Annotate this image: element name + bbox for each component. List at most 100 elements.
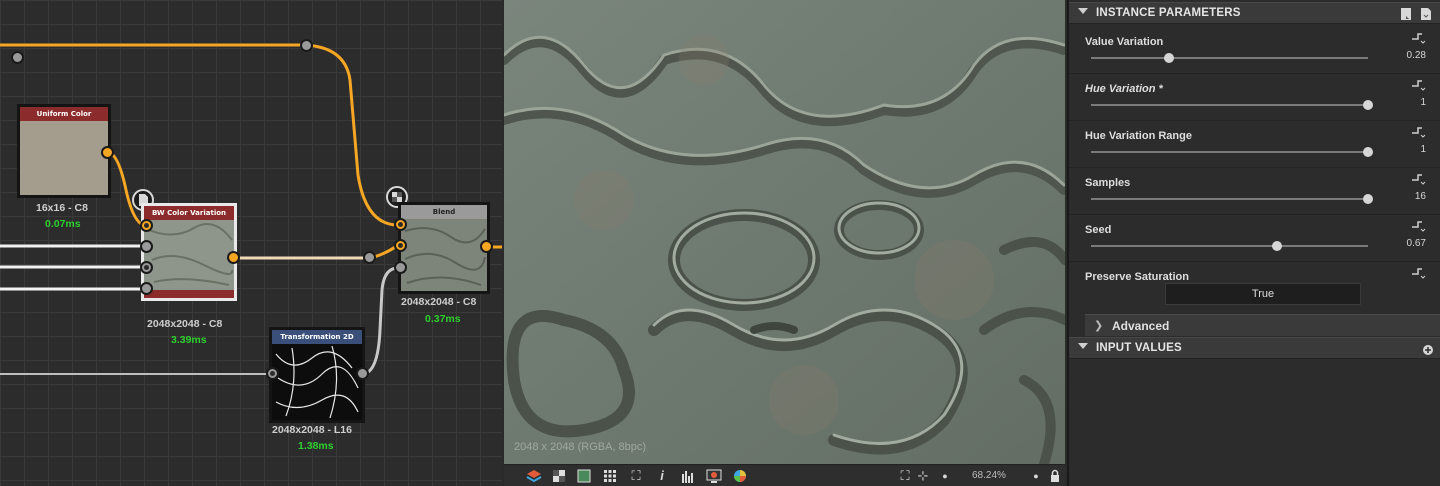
slider-track[interactable] bbox=[1091, 198, 1368, 200]
node-title: BW Color Variation bbox=[144, 206, 234, 220]
chevron-right-icon: ❯ bbox=[1094, 320, 1104, 332]
output-port[interactable] bbox=[227, 251, 240, 264]
tile-text-icon[interactable]: ⛶ bbox=[628, 468, 644, 484]
node-thumbnail bbox=[20, 121, 108, 195]
zoom-level: 68.24% bbox=[972, 470, 1006, 481]
info-icon[interactable]: i bbox=[654, 468, 670, 484]
graph-panel[interactable]: Uniform Color 16x16 - C8 0.07ms BW Color… bbox=[0, 0, 502, 486]
node-blend[interactable]: Blend 2048x2048 - C8 0.37ms bbox=[386, 186, 495, 328]
node-time: 0.07ms bbox=[45, 218, 81, 230]
wire-reroute-dot[interactable] bbox=[11, 51, 24, 64]
node-transformation-2d[interactable]: Transformation 2D 2048x2048 - L16 1.38ms bbox=[266, 325, 370, 455]
param-value[interactable]: 1 bbox=[1420, 97, 1426, 108]
node-title: Transformation 2D bbox=[272, 330, 362, 344]
node-thumbnail bbox=[144, 220, 234, 290]
screen-icon[interactable] bbox=[706, 468, 722, 484]
slider-track[interactable] bbox=[1091, 57, 1368, 59]
param-row: Samples 16 bbox=[1069, 168, 1440, 215]
wire-reroute-dot[interactable] bbox=[363, 251, 376, 264]
layers-icon[interactable] bbox=[526, 468, 542, 484]
section-title: INSTANCE PARAMETERS bbox=[1096, 7, 1241, 19]
param-row: Seed 0.67 bbox=[1069, 215, 1440, 262]
node-thumbnail bbox=[272, 344, 362, 420]
param-value[interactable]: 16 bbox=[1415, 191, 1426, 202]
histogram-icon[interactable] bbox=[680, 468, 696, 484]
slider-handle[interactable] bbox=[1363, 147, 1373, 157]
input-port[interactable] bbox=[266, 367, 279, 380]
slider-track[interactable] bbox=[1091, 104, 1368, 106]
wire-reroute-dot[interactable] bbox=[300, 39, 313, 52]
node-size: 2048x2048 - C8 bbox=[147, 318, 223, 330]
slider-handle[interactable] bbox=[1271, 241, 1282, 251]
node-size: 16x16 - C8 bbox=[36, 202, 88, 214]
checker-icon[interactable] bbox=[551, 468, 567, 484]
viewport-toolbar: ⛶ i ⛶ ⊹ ● 68.24% ● bbox=[504, 464, 1065, 486]
node-bw-color-variation[interactable]: BW Color Variation 2048x2048 - C8 3.39ms bbox=[132, 185, 241, 350]
node-uniform-color[interactable]: Uniform Color 16x16 - C8 0.07ms bbox=[17, 104, 114, 230]
node-time: 3.39ms bbox=[171, 334, 207, 346]
param-label: Hue Variation Range bbox=[1085, 130, 1192, 142]
node-size: 2048x2048 - L16 bbox=[272, 424, 352, 436]
link-icon[interactable] bbox=[1410, 173, 1426, 187]
node-size: 2048x2048 - C8 bbox=[401, 296, 477, 308]
lock-icon[interactable] bbox=[1047, 468, 1063, 484]
color-swatch-icon[interactable] bbox=[576, 468, 592, 484]
param-label: Seed bbox=[1085, 224, 1112, 236]
advanced-group-header[interactable]: ❯ Advanced bbox=[1085, 314, 1440, 336]
slider-handle[interactable] bbox=[1363, 194, 1373, 204]
node-title: Blend bbox=[401, 205, 487, 219]
node-title: Uniform Color bbox=[20, 107, 108, 121]
node-thumbnail bbox=[401, 219, 487, 291]
link-icon[interactable] bbox=[1410, 267, 1426, 281]
param-row: Hue Variation Range 1 bbox=[1069, 121, 1440, 168]
slider-track[interactable] bbox=[1091, 151, 1368, 153]
param-row: Hue Variation * 1 bbox=[1069, 74, 1440, 121]
param-row: Value Variation 0.28 bbox=[1069, 27, 1440, 74]
group-title: Advanced bbox=[1112, 319, 1170, 333]
preserve-saturation-toggle[interactable]: True bbox=[1165, 283, 1361, 305]
resolution-label: 2048 x 2048 (RGBA, 8bpc) bbox=[514, 441, 647, 453]
input-port[interactable] bbox=[394, 261, 407, 274]
input-port[interactable] bbox=[140, 282, 153, 295]
slider-track[interactable] bbox=[1091, 245, 1368, 247]
input-port[interactable] bbox=[394, 218, 407, 231]
link-icon[interactable] bbox=[1410, 126, 1426, 140]
load-preset-icon[interactable] bbox=[1420, 7, 1432, 21]
param-label: Value Variation bbox=[1085, 36, 1164, 48]
zoom-out-icon[interactable]: ● bbox=[937, 468, 953, 484]
zoom-in-icon[interactable]: ● bbox=[1028, 468, 1044, 484]
fit-icon[interactable]: ⛶ bbox=[897, 468, 913, 484]
param-label: Samples bbox=[1085, 177, 1131, 189]
slider-handle[interactable] bbox=[1163, 53, 1174, 63]
center-icon[interactable]: ⊹ bbox=[915, 468, 931, 484]
grid-icon[interactable] bbox=[602, 468, 618, 484]
link-icon[interactable] bbox=[1410, 79, 1426, 93]
link-icon[interactable] bbox=[1410, 32, 1426, 46]
input-port[interactable] bbox=[140, 261, 153, 274]
output-port[interactable] bbox=[101, 146, 114, 159]
instance-parameters-header[interactable]: INSTANCE PARAMETERS bbox=[1069, 2, 1440, 24]
node-time: 0.37ms bbox=[425, 313, 461, 325]
node-time: 1.38ms bbox=[298, 440, 334, 452]
input-values-header[interactable]: INPUT VALUES bbox=[1069, 337, 1440, 359]
output-port[interactable] bbox=[356, 367, 369, 380]
add-icon[interactable] bbox=[1422, 343, 1434, 357]
param-value[interactable]: 1 bbox=[1420, 144, 1426, 155]
color-wheel-icon[interactable] bbox=[732, 468, 748, 484]
param-value[interactable]: 0.67 bbox=[1407, 238, 1426, 249]
chevron-down-icon[interactable] bbox=[1078, 343, 1088, 349]
save-preset-icon[interactable] bbox=[1400, 7, 1412, 21]
param-label: Hue Variation * bbox=[1085, 83, 1163, 95]
param-value[interactable]: 0.28 bbox=[1407, 50, 1426, 61]
output-port[interactable] bbox=[480, 240, 493, 253]
chevron-down-icon[interactable] bbox=[1078, 8, 1088, 14]
input-port[interactable] bbox=[140, 240, 153, 253]
link-icon[interactable] bbox=[1410, 220, 1426, 234]
2d-viewport[interactable]: 2048 x 2048 (RGBA, 8bpc) ⛶ i ⛶ ⊹ ● 68.24… bbox=[504, 0, 1065, 486]
texture-preview bbox=[504, 0, 1065, 464]
parameters-panel: INSTANCE PARAMETERS Value Variation 0.28 H… bbox=[1067, 0, 1440, 486]
slider-handle[interactable] bbox=[1363, 100, 1373, 110]
input-port[interactable] bbox=[394, 239, 407, 252]
param-label: Preserve Saturation bbox=[1085, 271, 1189, 283]
input-port[interactable] bbox=[140, 219, 153, 232]
